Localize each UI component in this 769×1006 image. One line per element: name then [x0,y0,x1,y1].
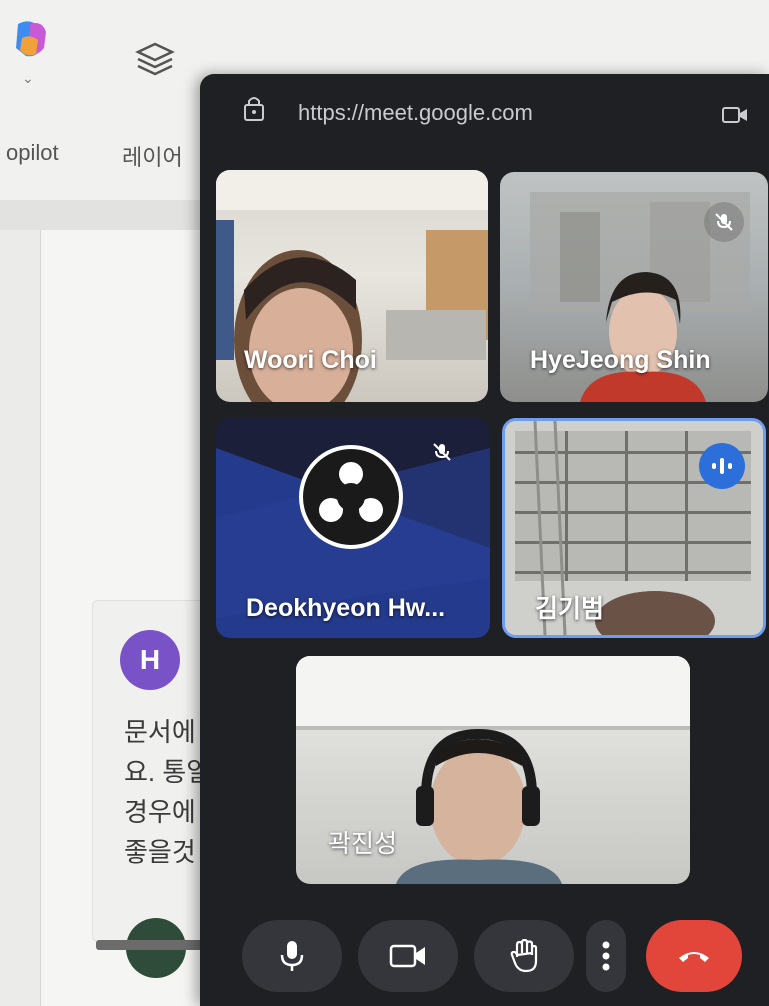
lock-icon [244,97,264,121]
chevron-down-icon[interactable]: ⌄ [22,70,34,87]
raise-hand-icon [510,939,538,973]
more-options-button[interactable] [586,920,626,992]
participant-tile[interactable]: Deokhyeon Hw... [216,418,490,638]
microphone-button[interactable] [242,920,342,992]
comment-text-line: 경우에 [124,797,196,827]
avatar[interactable]: H [120,630,180,690]
comment-text-line: 좋을것 [124,837,196,867]
meet-pip-window: https://meet.google.com Woori Choi HyeJe… [200,74,769,1006]
comment-text-line: 요. 통일 [124,757,211,787]
page-url: https://meet.google.com [298,100,533,125]
participant-tile-active[interactable]: 김기범 [502,418,766,638]
participant-name: 김기범 [535,595,605,623]
participant-tile[interactable]: HyeJeong Shin [500,172,768,402]
layers-icon[interactable] [134,38,176,80]
camera-button[interactable] [358,920,458,992]
participant-name: Woori Choi [244,346,377,374]
layers-label[interactable]: 레이어 [122,140,183,172]
participant-name: 곽진성 [328,830,398,858]
comment-text-line: 문서에 [124,717,196,747]
leave-call-button[interactable] [646,920,742,992]
muted-mic-icon [704,202,744,242]
microphone-icon [280,941,304,971]
scrollbar[interactable] [96,940,206,950]
raise-hand-button[interactable] [474,920,574,992]
participant-name: HyeJeong Shin [530,346,711,374]
muted-mic-icon [422,432,462,472]
camera-indicator-icon[interactable] [722,106,748,124]
obs-logo-icon [299,445,403,549]
participant-tile[interactable]: Woori Choi [216,170,488,402]
document-margin [0,230,40,1006]
speaking-indicator-icon [699,443,745,489]
participant-name: Deokhyeon Hw... [246,594,446,622]
copilot-label[interactable]: opilot [6,140,59,166]
camera-icon [389,944,425,968]
more-vert-icon [602,941,610,971]
participant-tile[interactable]: 곽진성 [296,656,690,884]
copilot-icon[interactable] [8,18,52,62]
hang-up-icon [679,952,709,962]
address-bar: https://meet.google.com [200,74,769,156]
